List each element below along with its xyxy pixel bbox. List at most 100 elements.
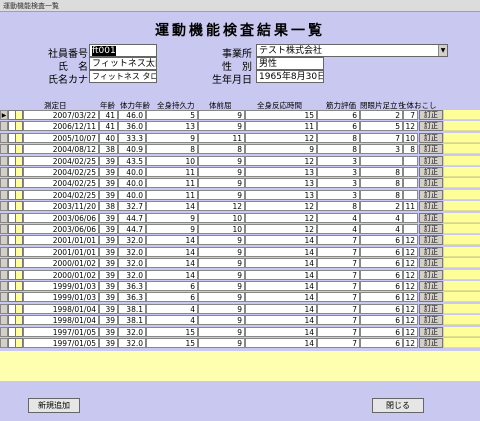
- chevron-down-icon[interactable]: ▼: [438, 45, 447, 56]
- cell-age[interactable]: 41: [99, 121, 118, 132]
- row-selector[interactable]: [0, 144, 8, 155]
- cell-strength[interactable]: 4: [317, 224, 360, 234]
- cell-reaction-time[interactable]: 14: [245, 326, 317, 337]
- cell-endurance[interactable]: 9: [146, 224, 198, 234]
- edit-row-button[interactable]: 訂正: [419, 281, 443, 291]
- cell-situps[interactable]: 12: [403, 121, 418, 132]
- cell-endurance[interactable]: 14: [146, 235, 198, 246]
- cell-forward-bend[interactable]: 9: [198, 189, 245, 200]
- table-row[interactable]: 2000/01/02 39 32.0 14 9 14 7 6 12 訂正: [0, 269, 480, 280]
- cell-forward-bend[interactable]: 9: [198, 235, 245, 246]
- cell-endurance[interactable]: 15: [146, 326, 198, 337]
- cell-reaction-time[interactable]: 12: [245, 224, 317, 234]
- cell-reaction-time[interactable]: 14: [245, 258, 317, 269]
- cell-endurance[interactable]: 8: [146, 144, 198, 155]
- edit-row-button[interactable]: 訂正: [419, 132, 443, 143]
- edit-row-button[interactable]: 訂正: [419, 269, 443, 280]
- cell-forward-bend[interactable]: 10: [198, 224, 245, 234]
- cell-endurance[interactable]: 4: [146, 315, 198, 326]
- row-flag[interactable]: [15, 246, 23, 257]
- row-flag[interactable]: [15, 144, 23, 155]
- cell-one-leg-stand[interactable]: 6: [360, 303, 403, 314]
- edit-row-button[interactable]: 訂正: [419, 235, 443, 246]
- cell-forward-bend[interactable]: 8: [198, 144, 245, 155]
- cell-forward-bend[interactable]: 9: [198, 155, 245, 166]
- table-row[interactable]: 2006/12/11 41 36.0 13 9 11 6 5 12 訂正: [0, 121, 480, 132]
- cell-strength[interactable]: 3: [317, 167, 360, 177]
- row-flag[interactable]: [15, 338, 23, 348]
- cell-forward-bend[interactable]: 9: [198, 178, 245, 189]
- table-row[interactable]: 2001/01/01 39 32.0 14 9 14 7 6 12 訂正: [0, 246, 480, 257]
- cell-date[interactable]: 2001/01/01: [23, 235, 99, 246]
- row-flag[interactable]: [15, 258, 23, 269]
- cell-date[interactable]: 1999/01/03: [23, 281, 99, 291]
- cell-date[interactable]: 2001/01/01: [23, 246, 99, 257]
- cell-forward-bend[interactable]: 9: [198, 315, 245, 326]
- cell-endurance[interactable]: 15: [146, 338, 198, 348]
- row-flag[interactable]: [15, 212, 23, 223]
- cell-date[interactable]: 2004/02/25: [23, 178, 99, 189]
- edit-row-button[interactable]: 訂正: [419, 224, 443, 234]
- cell-date[interactable]: 1998/01/04: [23, 303, 99, 314]
- cell-strength[interactable]: 7: [317, 235, 360, 246]
- cell-age[interactable]: 39: [99, 155, 118, 166]
- cell-reaction-time[interactable]: 14: [245, 338, 317, 348]
- cell-strength[interactable]: 7: [317, 338, 360, 348]
- cell-fitness-age[interactable]: 33.3: [118, 132, 146, 143]
- cell-strength[interactable]: 7: [317, 292, 360, 303]
- cell-situps[interactable]: 12: [403, 235, 418, 246]
- cell-reaction-time[interactable]: 12: [245, 212, 317, 223]
- cell-fitness-age[interactable]: 36.3: [118, 281, 146, 291]
- edit-row-button[interactable]: 訂正: [419, 121, 443, 132]
- row-flag[interactable]: [15, 110, 23, 120]
- cell-one-leg-stand[interactable]: 5: [360, 121, 403, 132]
- cell-situps[interactable]: 12: [403, 246, 418, 257]
- cell-endurance[interactable]: 9: [146, 132, 198, 143]
- cell-forward-bend[interactable]: 12: [198, 201, 245, 212]
- cell-one-leg-stand[interactable]: 7: [360, 132, 403, 143]
- cell-fitness-age[interactable]: 43.5: [118, 155, 146, 166]
- cell-situps[interactable]: 10: [403, 132, 418, 143]
- cell-date[interactable]: 2006/12/11: [23, 121, 99, 132]
- table-row[interactable]: 2004/02/25 39 43.5 10 9 12 3 訂正: [0, 155, 480, 166]
- cell-reaction-time[interactable]: 9: [245, 144, 317, 155]
- cell-endurance[interactable]: 4: [146, 303, 198, 314]
- cell-fitness-age[interactable]: 36.0: [118, 121, 146, 132]
- edit-row-button[interactable]: 訂正: [419, 212, 443, 223]
- cell-one-leg-stand[interactable]: 8: [360, 167, 403, 177]
- cell-strength[interactable]: 7: [317, 315, 360, 326]
- cell-one-leg-stand[interactable]: 4: [360, 224, 403, 234]
- cell-reaction-time[interactable]: 13: [245, 178, 317, 189]
- edit-row-button[interactable]: 訂正: [419, 246, 443, 257]
- row-flag[interactable]: [15, 121, 23, 132]
- table-row[interactable]: 2004/08/12 38 40.9 8 8 9 8 3 8 訂正: [0, 144, 480, 155]
- row-flag[interactable]: [15, 189, 23, 200]
- cell-one-leg-stand[interactable]: [360, 155, 403, 166]
- cell-strength[interactable]: 7: [317, 269, 360, 280]
- edit-row-button[interactable]: 訂正: [419, 167, 443, 177]
- table-row[interactable]: 2003/06/06 39 44.7 9 10 12 4 4 訂正: [0, 212, 480, 223]
- cell-age[interactable]: 40: [99, 132, 118, 143]
- row-flag[interactable]: [15, 315, 23, 326]
- table-row[interactable]: 2001/01/01 39 32.0 14 9 14 7 6 12 訂正: [0, 235, 480, 246]
- cell-date[interactable]: 1997/01/05: [23, 326, 99, 337]
- cell-date[interactable]: 2003/11/20: [23, 201, 99, 212]
- cell-one-leg-stand[interactable]: 6: [360, 281, 403, 291]
- cell-endurance[interactable]: 9: [146, 212, 198, 223]
- table-row[interactable]: 1998/01/04 39 38.1 4 9 14 7 6 12 訂正: [0, 303, 480, 314]
- cell-one-leg-stand[interactable]: 6: [360, 269, 403, 280]
- edit-row-button[interactable]: 訂正: [419, 201, 443, 212]
- table-row[interactable]: 1998/01/04 39 38.1 4 9 14 7 6 12 訂正: [0, 315, 480, 326]
- cell-strength[interactable]: 8: [317, 132, 360, 143]
- cell-date[interactable]: 2000/01/02: [23, 258, 99, 269]
- edit-row-button[interactable]: 訂正: [419, 315, 443, 326]
- cell-age[interactable]: 39: [99, 178, 118, 189]
- add-new-button[interactable]: 新規追加: [28, 398, 80, 413]
- row-selector[interactable]: [0, 224, 8, 234]
- cell-strength[interactable]: 6: [317, 121, 360, 132]
- row-selector[interactable]: [0, 132, 8, 143]
- cell-situps[interactable]: 12: [403, 315, 418, 326]
- cell-age[interactable]: 39: [99, 303, 118, 314]
- cell-situps[interactable]: [403, 189, 418, 200]
- table-row[interactable]: 2000/01/02 39 32.0 14 9 14 7 6 12 訂正: [0, 258, 480, 269]
